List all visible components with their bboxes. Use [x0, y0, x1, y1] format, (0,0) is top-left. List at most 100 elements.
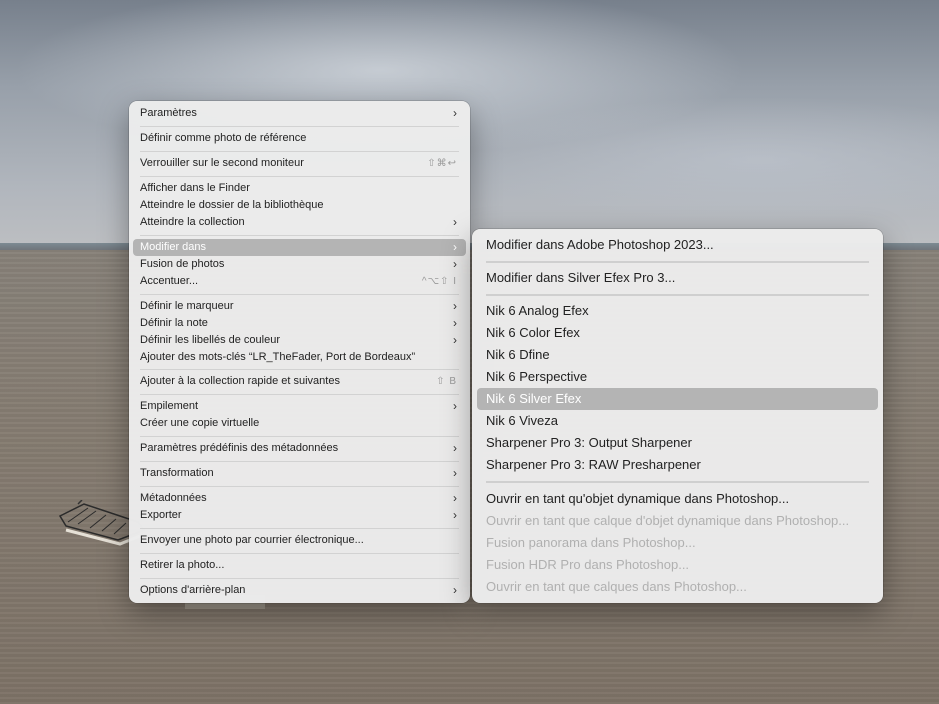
chevron-right-icon: ›	[453, 257, 457, 271]
menu-item-label: Options d'arrière-plan	[140, 584, 246, 596]
menu-item-virtual-copy[interactable]: Créer une copie virtuelle	[133, 415, 466, 432]
chevron-right-icon: ›	[453, 106, 457, 120]
edit-in-submenu: Modifier dans Adobe Photoshop 2023... Mo…	[472, 229, 883, 603]
submenu-item-label: Nik 6 Silver Efex	[486, 391, 582, 406]
separator	[140, 553, 459, 554]
menu-item-label: Verrouiller sur le second moniteur	[140, 157, 304, 169]
menu-item-label: Ajouter des mots-clés “LR_TheFader, Port…	[140, 351, 416, 363]
menu-item-metadata-presets[interactable]: Paramètres prédéfinis des métadonnées ›	[133, 440, 466, 457]
chevron-right-icon: ›	[453, 399, 457, 413]
menu-item-email-photo[interactable]: Envoyer une photo par courrier électroni…	[133, 532, 466, 549]
menu-item-label: Définir les libellés de couleur	[140, 334, 281, 346]
submenu-item-label: Nik 6 Dfine	[486, 347, 550, 362]
submenu-item-nik-silver-efex[interactable]: Nik 6 Silver Efex	[477, 388, 878, 410]
submenu-item-label: Fusion panorama dans Photoshop...	[486, 535, 696, 550]
submenu-item-open-smart-object[interactable]: Ouvrir en tant qu'objet dynamique dans P…	[477, 488, 878, 510]
menu-item-photo-merge[interactable]: Fusion de photos ›	[133, 256, 466, 273]
keyboard-shortcut: ⇧ B	[436, 376, 457, 387]
menu-item-label: Fusion de photos	[140, 258, 225, 270]
submenu-item-label: Sharpener Pro 3: RAW Presharpener	[486, 457, 701, 472]
submenu-item-nik-color-efex[interactable]: Nik 6 Color Efex	[477, 322, 878, 344]
submenu-item-nik-analog-efex[interactable]: Nik 6 Analog Efex	[477, 300, 878, 322]
submenu-item-label: Nik 6 Perspective	[486, 369, 588, 384]
submenu-item-label: Nik 6 Viveza	[486, 413, 559, 428]
separator	[140, 235, 459, 236]
menu-item-metadata[interactable]: Métadonnées ›	[133, 490, 466, 507]
menu-item-enhance[interactable]: Accentuer... ^⌥⇧ I	[133, 273, 466, 290]
menu-item-transform[interactable]: Transformation ›	[133, 465, 466, 482]
separator	[140, 578, 459, 579]
separator	[140, 436, 459, 437]
menu-item-set-rating[interactable]: Définir la note ›	[133, 315, 466, 332]
menu-item-go-to-collection[interactable]: Atteindre la collection ›	[133, 214, 466, 231]
menu-item-export[interactable]: Exporter ›	[133, 507, 466, 524]
submenu-item-label: Modifier dans Silver Efex Pro 3...	[486, 270, 676, 285]
menu-item-label: Modifier dans	[140, 241, 207, 253]
submenu-item-panorama-merge: Fusion panorama dans Photoshop...	[477, 532, 878, 554]
submenu-item-sharpener-raw[interactable]: Sharpener Pro 3: RAW Presharpener	[477, 454, 878, 476]
submenu-item-sharpener-output[interactable]: Sharpener Pro 3: Output Sharpener	[477, 432, 878, 454]
menu-item-label: Définir la note	[140, 317, 208, 329]
menu-item-label: Métadonnées	[140, 492, 207, 504]
separator	[486, 261, 869, 263]
submenu-item-open-smart-object-layer: Ouvrir en tant que calque d'objet dynami…	[477, 510, 878, 532]
menu-item-add-quick-collection[interactable]: Ajouter à la collection rapide et suivan…	[133, 373, 466, 390]
submenu-item-hdr-pro-merge: Fusion HDR Pro dans Photoshop...	[477, 554, 878, 576]
chevron-right-icon: ›	[453, 240, 457, 254]
menu-item-background-options[interactable]: Options d'arrière-plan ›	[133, 582, 466, 599]
menu-item-label: Envoyer une photo par courrier électroni…	[140, 534, 364, 546]
menu-item-lock-second-monitor[interactable]: Verrouiller sur le second moniteur ⇧⌘↩	[133, 155, 466, 172]
submenu-item-photoshop-2023[interactable]: Modifier dans Adobe Photoshop 2023...	[477, 234, 878, 256]
menu-item-label: Ajouter à la collection rapide et suivan…	[140, 375, 340, 387]
submenu-item-label: Sharpener Pro 3: Output Sharpener	[486, 435, 692, 450]
separator	[140, 369, 459, 370]
menu-item-label: Atteindre le dossier de la bibliothèque	[140, 199, 324, 211]
separator	[140, 486, 459, 487]
menu-item-go-to-library-folder[interactable]: Atteindre le dossier de la bibliothèque	[133, 197, 466, 214]
menu-item-remove-photo[interactable]: Retirer la photo...	[133, 557, 466, 574]
menu-item-label: Afficher dans le Finder	[140, 182, 250, 194]
menu-item-label: Atteindre la collection	[140, 216, 245, 228]
submenu-item-nik-viveza[interactable]: Nik 6 Viveza	[477, 410, 878, 432]
menu-item-label: Retirer la photo...	[140, 559, 225, 571]
submenu-item-silver-efex-pro-3[interactable]: Modifier dans Silver Efex Pro 3...	[477, 267, 878, 289]
menu-item-label: Définir comme photo de référence	[140, 132, 307, 144]
menu-item-add-keywords[interactable]: Ajouter des mots-clés “LR_TheFader, Port…	[133, 349, 466, 366]
menu-item-label: Paramètres	[140, 107, 197, 119]
chevron-right-icon: ›	[453, 333, 457, 347]
menu-item-show-in-finder[interactable]: Afficher dans le Finder	[133, 180, 466, 197]
keyboard-shortcut: ^⌥⇧ I	[421, 276, 457, 287]
separator	[140, 294, 459, 295]
keyboard-shortcut: ⇧⌘↩	[427, 158, 457, 169]
chevron-right-icon: ›	[453, 466, 457, 480]
chevron-right-icon: ›	[453, 508, 457, 522]
submenu-item-label: Nik 6 Analog Efex	[486, 303, 589, 318]
submenu-item-nik-perspective[interactable]: Nik 6 Perspective	[477, 366, 878, 388]
menu-item-stacking[interactable]: Empilement ›	[133, 398, 466, 415]
submenu-item-nik-dfine[interactable]: Nik 6 Dfine	[477, 344, 878, 366]
separator	[486, 481, 869, 483]
separator	[140, 126, 459, 127]
menu-item-set-color-labels[interactable]: Définir les libellés de couleur ›	[133, 332, 466, 349]
menu-item-photo-reference[interactable]: Définir comme photo de référence	[133, 130, 466, 147]
menu-item-label: Exporter	[140, 509, 182, 521]
menu-item-label: Définir le marqueur	[140, 300, 234, 312]
menu-item-label: Transformation	[140, 467, 214, 479]
separator	[486, 294, 869, 296]
menu-item-edit-in[interactable]: Modifier dans ›	[133, 239, 466, 256]
submenu-item-open-as-layers: Ouvrir en tant que calques dans Photosho…	[477, 576, 878, 598]
menu-item-parametres[interactable]: Paramètres ›	[133, 105, 466, 122]
separator	[140, 528, 459, 529]
chevron-right-icon: ›	[453, 299, 457, 313]
chevron-right-icon: ›	[453, 316, 457, 330]
submenu-item-label: Ouvrir en tant que calques dans Photosho…	[486, 579, 747, 594]
separator	[140, 151, 459, 152]
menu-item-label: Paramètres prédéfinis des métadonnées	[140, 442, 339, 454]
separator	[140, 461, 459, 462]
chevron-right-icon: ›	[453, 215, 457, 229]
menu-item-set-flag[interactable]: Définir le marqueur ›	[133, 298, 466, 315]
menu-item-label: Empilement	[140, 400, 199, 412]
menu-item-label: Accentuer...	[140, 275, 199, 287]
submenu-item-label: Modifier dans Adobe Photoshop 2023...	[486, 237, 714, 252]
separator	[140, 176, 459, 177]
